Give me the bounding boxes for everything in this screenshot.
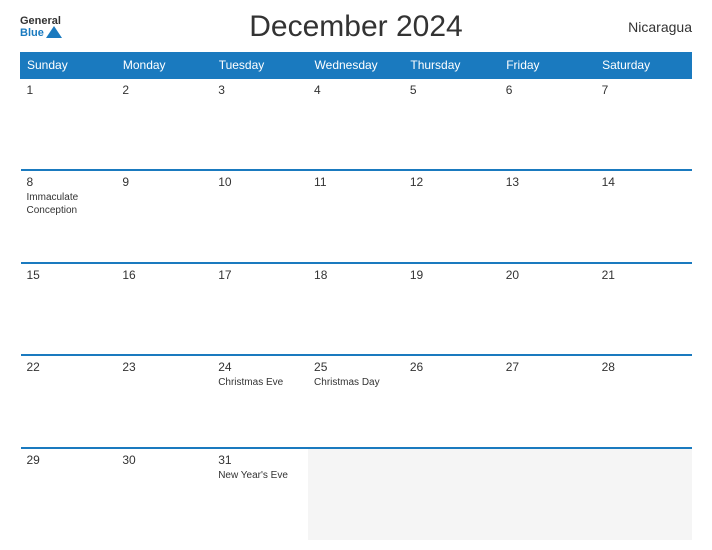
day-number: 6 xyxy=(506,83,590,97)
calendar-day-cell: 10 xyxy=(212,170,308,262)
day-number: 10 xyxy=(218,175,302,189)
calendar-day-cell: 22 xyxy=(21,355,117,447)
calendar-day-cell xyxy=(308,448,404,540)
calendar-week-row: 1234567 xyxy=(21,78,692,170)
day-number: 11 xyxy=(314,175,398,189)
day-number: 19 xyxy=(410,268,494,282)
calendar-day-cell: 7 xyxy=(596,78,692,170)
calendar-day-cell xyxy=(596,448,692,540)
calendar-day-cell: 30 xyxy=(116,448,212,540)
weekday-header: Monday xyxy=(116,53,212,79)
calendar-day-cell: 31 New Year's Eve xyxy=(212,448,308,540)
day-number: 13 xyxy=(506,175,590,189)
day-number: 23 xyxy=(122,360,206,374)
day-number: 20 xyxy=(506,268,590,282)
weekday-header: Tuesday xyxy=(212,53,308,79)
calendar-day-cell: 27 xyxy=(500,355,596,447)
calendar-day-cell: 13 xyxy=(500,170,596,262)
day-number: 18 xyxy=(314,268,398,282)
weekday-header: Wednesday xyxy=(308,53,404,79)
calendar-day-cell: 20 xyxy=(500,263,596,355)
calendar-day-cell: 2 xyxy=(116,78,212,170)
calendar-day-cell: 11 xyxy=(308,170,404,262)
day-number: 12 xyxy=(410,175,494,189)
calendar-day-cell: 5 xyxy=(404,78,500,170)
calendar-day-cell: 9 xyxy=(116,170,212,262)
calendar-day-cell: 4 xyxy=(308,78,404,170)
logo-triangle-icon xyxy=(46,26,62,38)
calendar-week-row: 29 30 31 New Year's Eve xyxy=(21,448,692,540)
calendar-day-cell: 26 xyxy=(404,355,500,447)
day-number: 1 xyxy=(27,83,111,97)
day-number: 16 xyxy=(122,268,206,282)
day-number: 24 xyxy=(218,360,302,374)
calendar-day-cell: 16 xyxy=(116,263,212,355)
day-number: 7 xyxy=(602,83,686,97)
day-event: Christmas Eve xyxy=(218,376,302,389)
weekday-header: Thursday xyxy=(404,53,500,79)
day-event: New Year's Eve xyxy=(218,469,302,482)
day-number: 21 xyxy=(602,268,686,282)
day-number: 22 xyxy=(27,360,111,374)
calendar-day-cell: 29 xyxy=(21,448,117,540)
calendar-day-cell: 18 xyxy=(308,263,404,355)
calendar-day-cell: 6 xyxy=(500,78,596,170)
calendar-week-row: 8 Immaculate Conception 9 10 11 12 13 14 xyxy=(21,170,692,262)
day-number: 15 xyxy=(27,268,111,282)
calendar-day-cell: 15 xyxy=(21,263,117,355)
calendar-day-cell: 1 xyxy=(21,78,117,170)
calendar-day-cell: 21 xyxy=(596,263,692,355)
logo-blue-text: Blue xyxy=(20,27,44,39)
calendar-day-cell: 19 xyxy=(404,263,500,355)
calendar-day-cell xyxy=(500,448,596,540)
day-number: 9 xyxy=(122,175,206,189)
day-number: 31 xyxy=(218,453,302,467)
calendar-week-row: 15 16 17 18 19 20 21 xyxy=(21,263,692,355)
calendar-week-row: 22 23 24 Christmas Eve 25 Christmas Day 26 27 28 xyxy=(21,355,692,447)
calendar-day-cell: 12 xyxy=(404,170,500,262)
calendar-day-cell: 14 xyxy=(596,170,692,262)
day-event: Immaculate Conception xyxy=(27,191,111,217)
day-number: 4 xyxy=(314,83,398,97)
weekday-header: Saturday xyxy=(596,53,692,79)
calendar-day-cell: 17 xyxy=(212,263,308,355)
day-event: Christmas Day xyxy=(314,376,398,389)
day-number: 5 xyxy=(410,83,494,97)
day-number: 29 xyxy=(27,453,111,467)
weekday-header: Sunday xyxy=(21,53,117,79)
day-number: 3 xyxy=(218,83,302,97)
day-number: 28 xyxy=(602,360,686,374)
day-number: 30 xyxy=(122,453,206,467)
calendar-day-cell: 24 Christmas Eve xyxy=(212,355,308,447)
calendar-table: SundayMondayTuesdayWednesdayThursdayFrid… xyxy=(20,52,692,540)
calendar-day-cell: 8 Immaculate Conception xyxy=(21,170,117,262)
day-number: 26 xyxy=(410,360,494,374)
month-title: December 2024 xyxy=(249,10,462,44)
country-label: Nicaragua xyxy=(628,19,692,35)
calendar-header: General Blue December 2024 Nicaragua xyxy=(20,10,692,44)
day-number: 14 xyxy=(602,175,686,189)
weekday-header: Friday xyxy=(500,53,596,79)
day-number: 27 xyxy=(506,360,590,374)
day-number: 2 xyxy=(122,83,206,97)
calendar-day-cell: 25 Christmas Day xyxy=(308,355,404,447)
calendar-day-cell xyxy=(404,448,500,540)
day-number: 17 xyxy=(218,268,302,282)
day-number: 25 xyxy=(314,360,398,374)
calendar-day-cell: 28 xyxy=(596,355,692,447)
calendar-header-row: SundayMondayTuesdayWednesdayThursdayFrid… xyxy=(21,53,692,79)
day-number: 8 xyxy=(27,175,111,189)
calendar-day-cell: 23 xyxy=(116,355,212,447)
logo: General Blue xyxy=(20,15,62,39)
calendar-day-cell: 3 xyxy=(212,78,308,170)
